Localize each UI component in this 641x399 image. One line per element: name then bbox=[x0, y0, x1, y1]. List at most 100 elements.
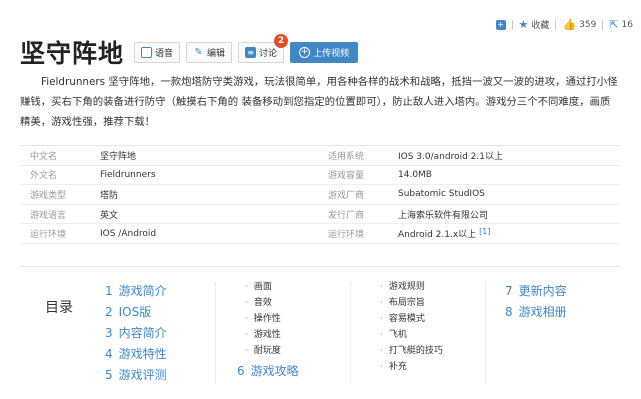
comment-icon: ≡ bbox=[245, 46, 257, 58]
info-key: 外文名 bbox=[30, 171, 58, 182]
catalog-num: 2 bbox=[105, 305, 113, 319]
bullet: · bbox=[245, 282, 248, 292]
info-value: Fieldrunners bbox=[100, 169, 156, 180]
catalog-sub-link[interactable]: · 音效 bbox=[245, 295, 299, 311]
catalog-link[interactable]: 3 内容简介 bbox=[105, 323, 167, 344]
edit-button[interactable]: ✎ 编辑 bbox=[186, 41, 233, 63]
catalog-sub-link[interactable]: · 打飞艇的技巧 bbox=[380, 343, 443, 359]
column-divider bbox=[350, 283, 351, 383]
info-key: 游戏类型 bbox=[30, 190, 67, 201]
catalog-link[interactable]: 7 更新内容 bbox=[505, 281, 567, 302]
catalog-label: IOS版 bbox=[118, 305, 152, 319]
catalog-sub-link[interactable]: · 飞机 bbox=[380, 327, 443, 343]
info-key: 游戏厂商 bbox=[328, 190, 365, 201]
catalog-link[interactable]: 5 游戏评测 bbox=[105, 365, 167, 386]
info-table: 中文名 坚守阵地 适用系统 IOS 3.0/android 2.1以上 外文名 … bbox=[20, 145, 620, 244]
catalog-label: 内容简介 bbox=[118, 326, 167, 340]
reference-link[interactable]: [1] bbox=[479, 227, 490, 236]
info-key: 运行环境 bbox=[30, 230, 67, 241]
catalog-sub-link[interactable]: · 游戏性 bbox=[245, 327, 299, 343]
plus-square-icon[interactable]: + bbox=[495, 19, 506, 30]
catalog-column-1: 1 游戏简介 2 IOS版 3 内容简介 4 游戏特性 5 游戏评测 bbox=[105, 281, 167, 386]
bullet: · bbox=[380, 314, 383, 324]
catalog-link[interactable]: 2 IOS版 bbox=[105, 302, 167, 323]
pencil-icon: ✎ bbox=[193, 46, 205, 58]
info-key: 发行厂商 bbox=[328, 210, 365, 221]
catalog-sub-label: 飞机 bbox=[388, 330, 407, 340]
column-divider bbox=[215, 283, 216, 383]
catalog-sub-link[interactable]: · 补充 bbox=[380, 359, 443, 375]
edit-label: 编辑 bbox=[207, 48, 226, 59]
catalog-num: 1 bbox=[105, 284, 113, 298]
catalog-label: 游戏攻略 bbox=[250, 364, 299, 378]
catalog-num: 5 bbox=[105, 368, 113, 382]
catalog-label: 游戏特性 bbox=[118, 347, 167, 361]
info-row: 外文名 Fieldrunners 游戏容量 14.0MB bbox=[20, 166, 620, 186]
bullet: · bbox=[245, 346, 248, 356]
catalog-num: 7 bbox=[505, 284, 513, 298]
discuss-badge: 2 bbox=[274, 33, 289, 48]
catalog: 目录 1 游戏简介 2 IOS版 3 内容简介 4 游戏特性 5 游戏评测 · 画面 · 音效… bbox=[20, 266, 620, 399]
catalog-link[interactable]: 4 游戏特性 bbox=[105, 344, 167, 365]
info-value-text: Android 2.1.x以上 bbox=[398, 230, 477, 241]
summary-paragraph: Fieldrunners 坚守阵地，一款炮塔防守类游戏，玩法很简单，用各种各样的… bbox=[20, 76, 618, 128]
catalog-column-3: · 游戏规则 · 布局宗旨 · 容易模式 · 飞机 · 打飞艇的技巧 · 补充 bbox=[380, 279, 443, 375]
info-row: 游戏类型 塔防 游戏厂商 Subatomic StudIOS bbox=[20, 185, 620, 205]
favorite-button[interactable]: ★ 收藏 bbox=[518, 17, 550, 32]
discuss-label: 讨论 bbox=[259, 48, 278, 59]
catalog-sub-link[interactable]: · 容易模式 bbox=[380, 311, 443, 327]
catalog-link[interactable]: 1 游戏简介 bbox=[105, 281, 167, 302]
catalog-sub-link[interactable]: · 耐玩度 bbox=[245, 343, 299, 359]
catalog-sub-label: 操作性 bbox=[253, 314, 281, 324]
upload-video-button[interactable]: + 上传视频 bbox=[290, 41, 359, 63]
catalog-num: 6 bbox=[237, 364, 245, 378]
catalog-label: 游戏简介 bbox=[118, 284, 167, 298]
catalog-column-4: 7 更新内容 8 游戏相册 bbox=[505, 281, 567, 323]
divider bbox=[602, 19, 604, 30]
audio-label: 语音 bbox=[155, 48, 174, 59]
catalog-sub-label: 耐玩度 bbox=[253, 346, 281, 356]
catalog-num: 4 bbox=[105, 347, 113, 361]
catalog-sub-label: 游戏性 bbox=[253, 330, 281, 340]
title-row: 坚守阵地 ♫ 语音 ✎ 编辑 ≡ 讨论 2 + 上传视频 bbox=[20, 33, 364, 70]
info-value: Android 2.1.x以上 [1] bbox=[398, 227, 491, 240]
favorite-label: 收藏 bbox=[531, 21, 550, 31]
share-icon: ⇱ bbox=[609, 17, 619, 31]
thumbs-up-icon: 👍 bbox=[562, 17, 577, 31]
info-row: 游戏语言 英文 发行厂商 上海索乐软件有限公司 bbox=[20, 205, 620, 225]
share-button[interactable]: ⇱ 16 bbox=[609, 17, 633, 31]
column-divider bbox=[485, 283, 486, 383]
star-icon: ★ bbox=[518, 17, 529, 31]
catalog-link[interactable]: 6 游戏攻略 bbox=[237, 361, 299, 382]
page-title: 坚守阵地 bbox=[20, 39, 125, 68]
discuss-button[interactable]: ≡ 讨论 2 bbox=[238, 33, 289, 63]
catalog-sub-link[interactable]: · 操作性 bbox=[245, 311, 299, 327]
catalog-sub-link[interactable]: · 布局宗旨 bbox=[380, 295, 443, 311]
info-key: 适用系统 bbox=[328, 151, 365, 162]
catalog-sub-label: 容易模式 bbox=[388, 314, 425, 324]
info-key: 中文名 bbox=[30, 151, 58, 162]
info-row: 中文名 坚守阵地 适用系统 IOS 3.0/android 2.1以上 bbox=[20, 146, 620, 166]
bullet: · bbox=[245, 330, 248, 340]
catalog-sub-label: 补充 bbox=[388, 362, 407, 372]
headphones-icon: ♫ bbox=[141, 46, 153, 58]
info-value: 上海索乐软件有限公司 bbox=[398, 210, 489, 221]
bullet: · bbox=[245, 298, 248, 308]
catalog-link[interactable]: 8 游戏相册 bbox=[505, 302, 567, 323]
catalog-num: 3 bbox=[105, 326, 113, 340]
bullet: · bbox=[380, 298, 383, 308]
bullet: · bbox=[380, 362, 383, 372]
like-button[interactable]: 👍 359 bbox=[562, 17, 597, 31]
catalog-sub-link[interactable]: · 画面 bbox=[245, 279, 299, 295]
top-actions: + ★ 收藏 👍 359 ⇱ 16 bbox=[495, 17, 633, 32]
share-count: 16 bbox=[621, 19, 633, 30]
info-value: Subatomic StudIOS bbox=[398, 189, 485, 200]
like-count: 359 bbox=[579, 19, 597, 30]
audio-button[interactable]: ♫ 语音 bbox=[134, 41, 181, 63]
catalog-sub-label: 画面 bbox=[253, 282, 272, 292]
info-value: IOS 3.0/android 2.1以上 bbox=[398, 151, 503, 162]
info-value: 14.0MB bbox=[398, 169, 432, 180]
plus-circle-icon: + bbox=[299, 46, 311, 58]
catalog-sub-link[interactable]: · 游戏规则 bbox=[380, 279, 443, 295]
bullet: · bbox=[380, 282, 383, 292]
